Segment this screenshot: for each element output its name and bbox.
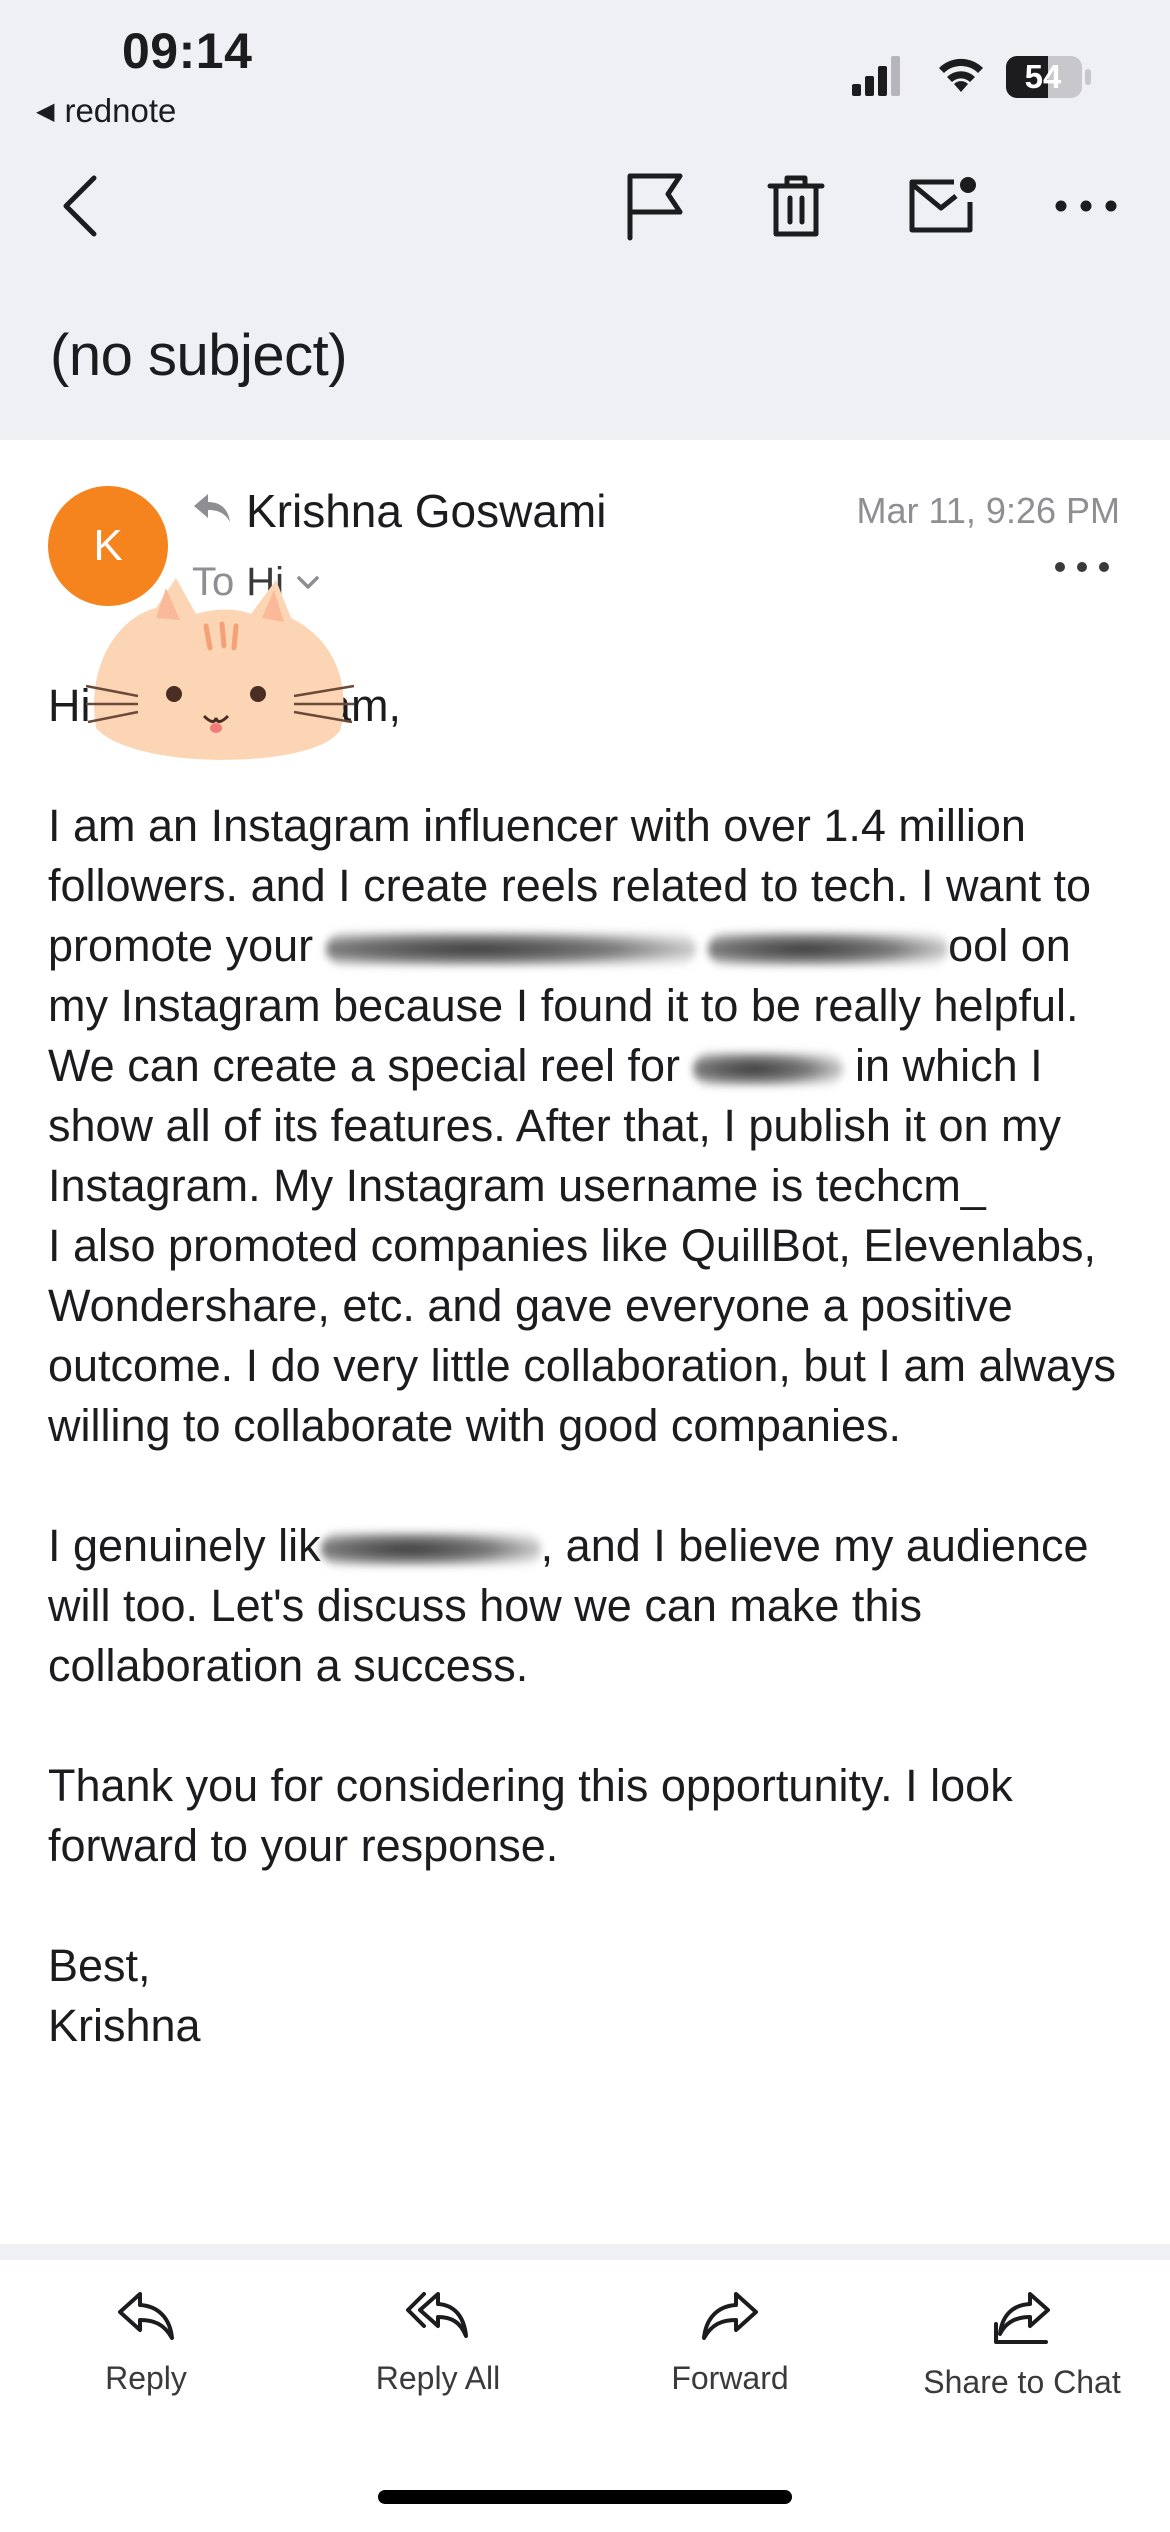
cat-sticker-icon xyxy=(85,578,355,760)
forward-icon xyxy=(702,2292,758,2340)
signature-line-1: Best, xyxy=(48,1940,151,1991)
share-to-chat-button[interactable]: Share to Chat xyxy=(912,2290,1132,2401)
chevron-left-icon xyxy=(63,175,97,237)
forward-button[interactable]: Forward xyxy=(620,2290,840,2397)
more-horizontal-icon xyxy=(1055,200,1117,212)
message-more-icon[interactable] xyxy=(1054,560,1110,574)
email-body: HiTeam, I am an Instagram influencer wit… xyxy=(48,676,1128,2056)
redacted-blur xyxy=(325,932,696,967)
trash-icon xyxy=(767,175,825,237)
section-divider xyxy=(0,2244,1170,2260)
p2-text: I also promoted companies like QuillBot,… xyxy=(48,1220,1117,1451)
reply-icon xyxy=(118,2292,174,2340)
mail-unread-icon xyxy=(909,177,976,233)
reply-all-icon xyxy=(406,2292,468,2338)
p3-text-a: I genuinely lik xyxy=(48,1520,321,1571)
home-indicator xyxy=(378,2490,792,2504)
paragraph-1: I am an Instagram influencer with over 1… xyxy=(48,796,1128,1456)
status-time: 09:14 xyxy=(122,23,253,79)
delete-button[interactable] xyxy=(760,170,832,242)
email-subject: (no subject) xyxy=(50,323,348,388)
more-options-button[interactable] xyxy=(1050,170,1122,242)
redacted-blur xyxy=(320,1532,541,1567)
flag-button[interactable] xyxy=(618,170,690,242)
battery-level: 54 xyxy=(1024,58,1062,95)
back-app-label: rednote xyxy=(64,92,177,129)
redacted-blur xyxy=(708,932,949,967)
back-triangle-icon: ◀ xyxy=(36,97,55,125)
back-button[interactable] xyxy=(44,170,116,242)
flag-icon xyxy=(627,173,683,241)
reply-all-label: Reply All xyxy=(375,2360,501,2396)
sender-name[interactable]: Krishna Goswami xyxy=(246,484,606,538)
email-date: Mar 11, 9:26 PM xyxy=(856,490,1120,531)
share-label: Share to Chat xyxy=(923,2364,1121,2400)
cellular-signal-icon xyxy=(852,56,900,96)
reply-all-button[interactable]: Reply All xyxy=(328,2290,548,2397)
email-header-area: 09:14 ◀ rednote 54 (no subject) xyxy=(0,0,1170,440)
paragraph-3: I genuinely lik, and I believe my audien… xyxy=(48,1516,1128,1696)
replied-icon xyxy=(194,494,230,522)
mark-unread-button[interactable] xyxy=(906,170,978,242)
paragraph-4: Thank you for considering this opportuni… xyxy=(48,1760,1013,1871)
wifi-icon xyxy=(939,58,983,92)
avatar-letter: K xyxy=(93,521,123,570)
forward-label: Forward xyxy=(671,2360,789,2396)
signature: Best, Krishna xyxy=(48,1936,1128,2056)
share-icon xyxy=(994,2292,1050,2344)
reply-label: Reply xyxy=(105,2360,187,2396)
signature-line-2: Krishna xyxy=(48,2000,201,2051)
back-to-app-link[interactable]: ◀ rednote xyxy=(36,92,176,130)
reply-button[interactable]: Reply xyxy=(36,2290,256,2397)
redacted-blur xyxy=(692,1052,843,1087)
